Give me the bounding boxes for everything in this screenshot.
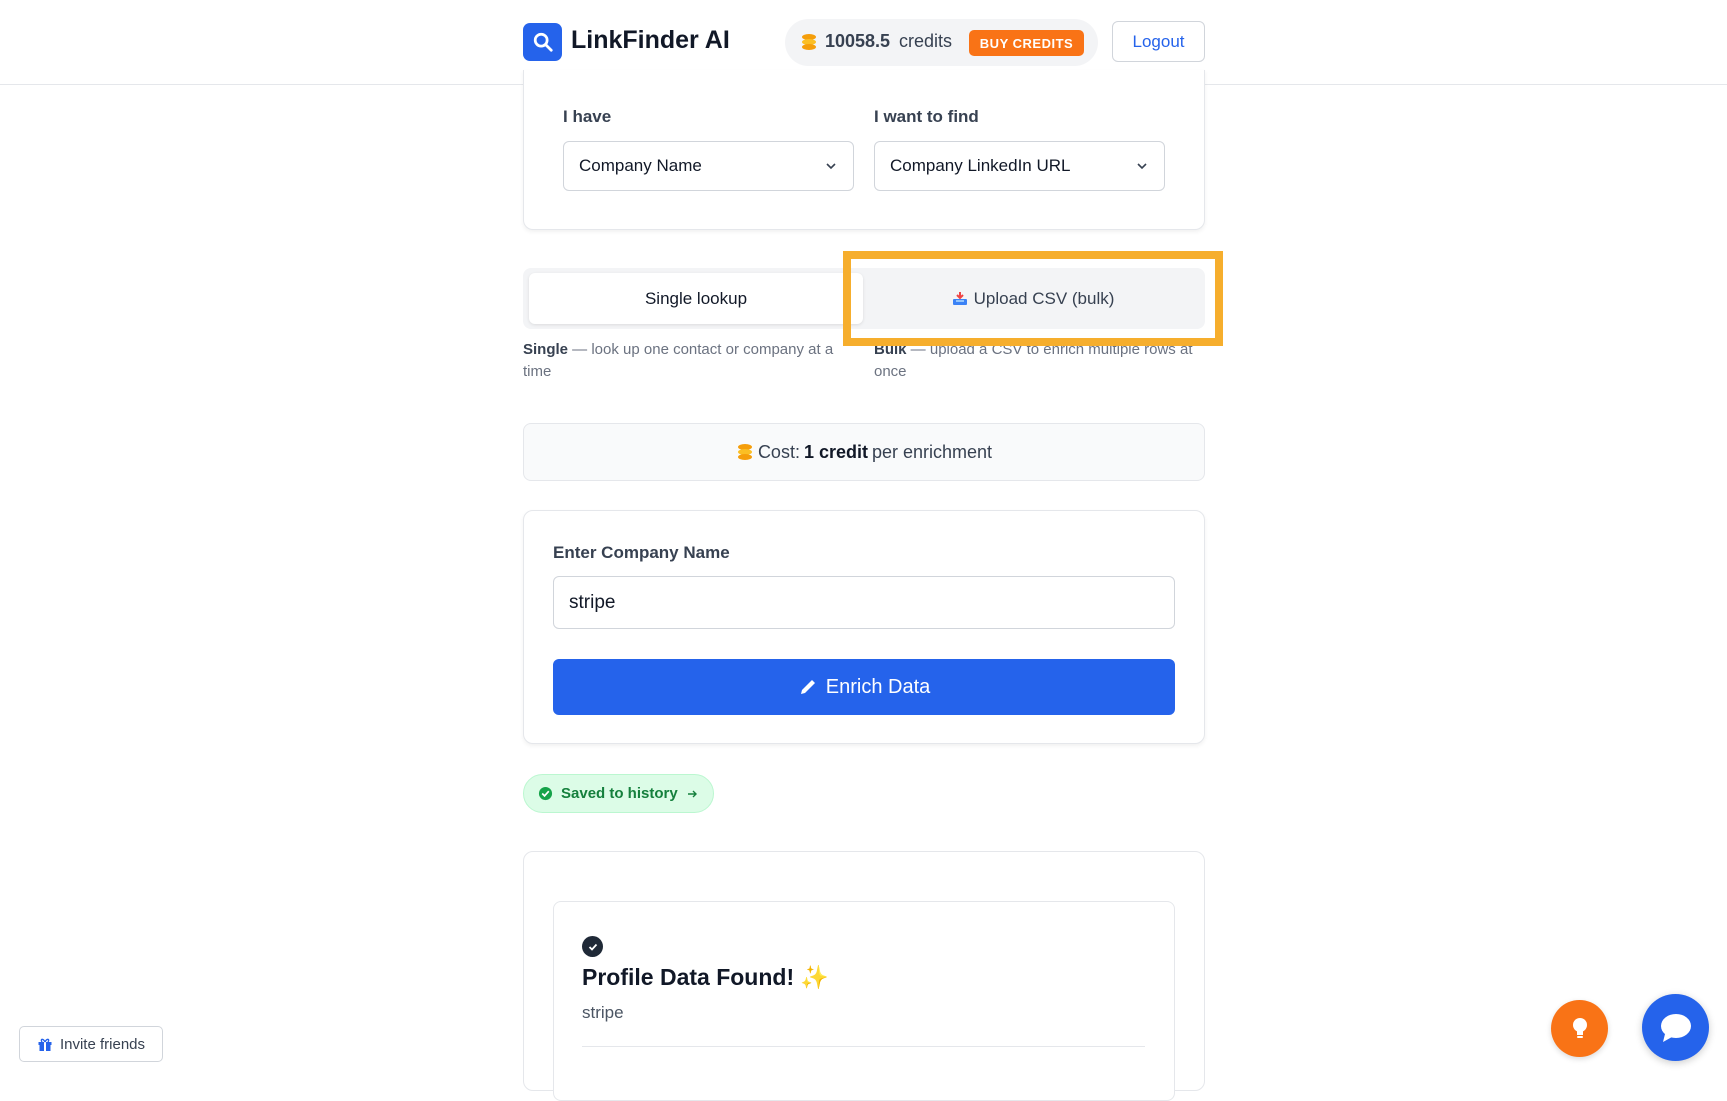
coins-icon bbox=[737, 444, 752, 460]
have-select-value: Company Name bbox=[579, 156, 702, 175]
tab-single-lookup[interactable]: Single lookup bbox=[529, 273, 863, 324]
saved-to-history-link[interactable]: Saved to history bbox=[523, 774, 714, 813]
pencil-icon bbox=[800, 680, 815, 694]
chat-bubble-icon bbox=[1660, 1013, 1691, 1042]
search-icon bbox=[523, 23, 562, 61]
cost-prefix: Cost: bbox=[757, 441, 800, 462]
find-select-value: Company LinkedIn URL bbox=[890, 156, 1071, 175]
check-circle-icon bbox=[538, 786, 553, 801]
have-label: I have bbox=[563, 107, 612, 126]
gift-icon bbox=[38, 1038, 52, 1051]
enrich-data-label: Enrich Data bbox=[825, 675, 931, 698]
single-description: Single — look up one contact or company … bbox=[523, 341, 834, 380]
logout-button[interactable]: Logout bbox=[1112, 21, 1205, 62]
divider bbox=[582, 1046, 1145, 1047]
buy-credits-button[interactable]: BUY CREDITS bbox=[969, 30, 1084, 56]
invite-friends-label: Invite friends bbox=[59, 1035, 146, 1053]
saved-label: Saved to history bbox=[561, 785, 678, 802]
app-title[interactable]: LinkFinder AI bbox=[571, 26, 730, 55]
lightbulb-button[interactable] bbox=[1551, 1000, 1608, 1057]
credits-value: 10058.5 bbox=[825, 31, 891, 51]
chevron-down-icon bbox=[826, 163, 836, 170]
chat-button[interactable] bbox=[1642, 994, 1709, 1061]
cost-amount: 1 credit bbox=[803, 441, 868, 462]
credits-label: credits bbox=[899, 31, 953, 51]
cost-banner: Cost: 1 credit per enrichment bbox=[523, 423, 1205, 481]
have-select[interactable]: Company Name bbox=[563, 141, 854, 191]
result-subtitle: stripe bbox=[582, 1003, 624, 1022]
coins-icon bbox=[802, 34, 816, 50]
cost-suffix: per enrichment bbox=[871, 441, 993, 462]
result-title: Profile Data Found! ✨ bbox=[582, 964, 829, 990]
arrow-right-icon bbox=[687, 790, 697, 797]
lightbulb-icon bbox=[1572, 1017, 1587, 1038]
check-circle-icon bbox=[582, 936, 603, 957]
enrich-data-button[interactable]: Enrich Data bbox=[553, 659, 1175, 715]
company-name-input[interactable]: stripe bbox=[553, 576, 1175, 629]
invite-friends-button[interactable]: Invite friends bbox=[19, 1026, 163, 1062]
chevron-down-icon bbox=[1137, 163, 1147, 170]
sparkles-icon: ✨ bbox=[800, 964, 829, 990]
find-label: I want to find bbox=[874, 107, 979, 126]
company-name-label: Enter Company Name bbox=[553, 543, 730, 562]
profile-result bbox=[553, 901, 1175, 1101]
highlight-box bbox=[843, 251, 1223, 346]
find-select[interactable]: Company LinkedIn URL bbox=[874, 141, 1165, 191]
